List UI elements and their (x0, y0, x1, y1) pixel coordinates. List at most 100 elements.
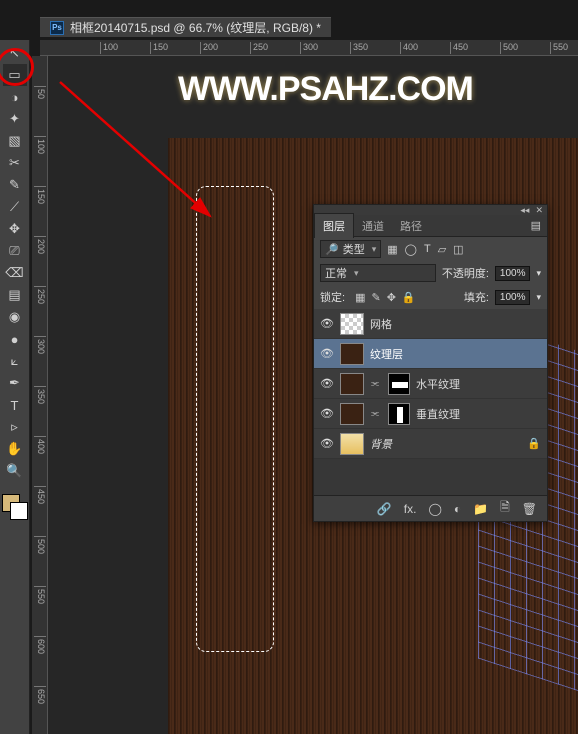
layer-name[interactable]: 水平纹理 (416, 376, 541, 392)
visibility-toggle[interactable]: 👁 (320, 347, 334, 360)
mask-link-icon[interactable]: ⫘ (370, 408, 380, 419)
mask-link-icon[interactable]: ⫘ (370, 378, 380, 389)
layer-row[interactable]: 👁 ⫘ 垂直纹理 (314, 399, 547, 429)
layers-panel[interactable]: ◂◂ ✕ 图层 通道 路径 ▤ 🔎类型 ▦ ◯ T ▱ ◫ 正常 不透明度: 100% … (313, 204, 548, 522)
ruler-tick: 450 (450, 42, 468, 54)
layer-row[interactable]: 👁 纹理层 (314, 339, 547, 369)
lock-icon[interactable]: ✎ (371, 291, 380, 304)
tool-5[interactable]: ✂ (3, 152, 27, 174)
lock-label: 锁定: (320, 289, 345, 305)
layers-list: 👁 网格 👁 纹理层 👁 ⫘ 水平纹理 👁 ⫘ 垂直纹理 👁 背景 🔒 (314, 309, 547, 459)
ruler-tick: 150 (150, 42, 168, 54)
tool-6[interactable]: ✎ (3, 174, 27, 196)
visibility-toggle[interactable]: 👁 (320, 377, 334, 390)
new-layer-button[interactable]: 🗎 (500, 498, 510, 519)
layer-mask-thumbnail[interactable] (388, 403, 410, 425)
tool-2[interactable]: ◑ (3, 86, 27, 108)
ruler-tick: 100 (34, 136, 46, 154)
tool-4[interactable]: ▧ (3, 130, 27, 152)
layer-name[interactable]: 背景 (370, 436, 521, 452)
layer-thumbnail[interactable] (340, 433, 364, 455)
tab-paths[interactable]: 路径 (392, 214, 430, 238)
background-swatch[interactable] (10, 502, 28, 520)
filter-icon[interactable]: ◫ (453, 243, 463, 256)
ruler-tick: 300 (300, 42, 318, 54)
layer-thumbnail[interactable] (340, 373, 364, 395)
new-group-button[interactable]: 📁 (473, 502, 488, 516)
close-icon[interactable]: ✕ (535, 205, 543, 216)
blend-opacity-row: 正常 不透明度: 100% ▾ (314, 261, 547, 285)
opacity-arrow-icon[interactable]: ▾ (536, 268, 541, 279)
visibility-toggle[interactable]: 👁 (320, 437, 334, 450)
tool-9[interactable]: ⎚ (3, 240, 27, 262)
tool-18[interactable]: ✋ (3, 438, 27, 460)
adjustment-layer-button[interactable]: ◐ (454, 502, 461, 516)
layer-effects-button[interactable]: fx. (404, 502, 417, 516)
tab-layers[interactable]: 图层 (314, 213, 354, 238)
tool-7[interactable]: ⟋ (3, 196, 27, 218)
lock-icon[interactable]: ✥ (387, 291, 396, 304)
document-title[interactable]: 相框20140715.psd @ 66.7% (纹理层, RGB/8) * (70, 19, 321, 36)
filter-icon[interactable]: ◯ (405, 243, 417, 256)
tool-11[interactable]: ▤ (3, 284, 27, 306)
panel-footer: 🔗 fx. ◯ ◐ 📁 🗎 🗑 (314, 495, 547, 521)
ruler-horizontal[interactable]: 100150200250300350400450500550 (40, 40, 578, 56)
color-swatches[interactable] (2, 494, 28, 520)
tab-channels[interactable]: 通道 (354, 214, 392, 238)
lock-icon: 🔒 (527, 437, 541, 450)
ruler-tick: 150 (34, 186, 46, 204)
tool-12[interactable]: ◉ (3, 306, 27, 328)
lock-icon[interactable]: 🔒 (402, 291, 416, 304)
layers-empty-area[interactable] (314, 459, 547, 495)
fill-arrow-icon[interactable]: ▾ (536, 292, 541, 303)
toolbox: ↖▭◑✦▧✂✎⟋✥⎚⌫▤◉●⟀✒T▹✋🔍 (0, 40, 30, 734)
layer-name[interactable]: 垂直纹理 (416, 406, 541, 422)
link-layers-button[interactable]: 🔗 (377, 502, 392, 516)
ruler-tick: 500 (34, 536, 46, 554)
tool-15[interactable]: ✒ (3, 372, 27, 394)
tool-8[interactable]: ✥ (3, 218, 27, 240)
tool-14[interactable]: ⟀ (3, 350, 27, 372)
canvas-area[interactable]: WWW.PSAHZ.COM ◂◂ ✕ 图层 通道 路径 ▤ 🔎类型 ▦ ◯ T ▱ ◫ (48, 56, 578, 734)
tool-16[interactable]: T (3, 394, 27, 416)
lock-icon[interactable]: ▦ (355, 291, 365, 304)
layer-row[interactable]: 👁 ⫘ 水平纹理 (314, 369, 547, 399)
layer-thumbnail[interactable] (340, 313, 364, 335)
add-mask-button[interactable]: ◯ (428, 502, 441, 516)
collapse-icon[interactable]: ◂◂ (520, 205, 529, 216)
opacity-value[interactable]: 100% (495, 266, 531, 281)
filter-type-dropdown[interactable]: 🔎类型 (320, 240, 381, 258)
layer-name[interactable]: 网格 (370, 316, 541, 332)
ruler-tick: 300 (34, 336, 46, 354)
ruler-tick: 600 (34, 636, 46, 654)
layer-name[interactable]: 纹理层 (370, 346, 541, 362)
ruler-tick: 200 (34, 236, 46, 254)
visibility-toggle[interactable]: 👁 (320, 407, 334, 420)
panel-tabs: 图层 通道 路径 ▤ (314, 215, 547, 237)
layer-row[interactable]: 👁 背景 🔒 (314, 429, 547, 459)
ruler-tick: 500 (500, 42, 518, 54)
filter-icon[interactable]: T (424, 243, 431, 255)
blend-mode-dropdown[interactable]: 正常 (320, 264, 436, 282)
tool-10[interactable]: ⌫ (3, 262, 27, 284)
tool-17[interactable]: ▹ (3, 416, 27, 438)
ruler-tick: 400 (34, 436, 46, 454)
filter-icon[interactable]: ▱ (438, 243, 446, 256)
layer-thumbnail[interactable] (340, 403, 364, 425)
tool-3[interactable]: ✦ (3, 108, 27, 130)
tool-13[interactable]: ● (3, 328, 27, 350)
fill-value[interactable]: 100% (495, 290, 531, 305)
layer-mask-thumbnail[interactable] (388, 373, 410, 395)
delete-layer-button[interactable]: 🗑 (522, 502, 537, 516)
tool-19[interactable]: 🔍 (3, 460, 27, 482)
ruler-vertical[interactable]: 50100150200250300350400450500550600650 (32, 56, 48, 734)
ruler-tick: 350 (34, 386, 46, 404)
panel-menu-icon[interactable]: ▤ (525, 219, 547, 232)
filter-icon[interactable]: ▦ (387, 243, 397, 256)
watermark-text: WWW.PSAHZ.COM (178, 70, 473, 109)
layer-thumbnail[interactable] (340, 343, 364, 365)
visibility-toggle[interactable]: 👁 (320, 317, 334, 330)
fill-label: 填充: (464, 289, 489, 305)
layer-row[interactable]: 👁 网格 (314, 309, 547, 339)
lock-fill-row: 锁定: ▦ ✎ ✥ 🔒 填充: 100% ▾ (314, 285, 547, 309)
